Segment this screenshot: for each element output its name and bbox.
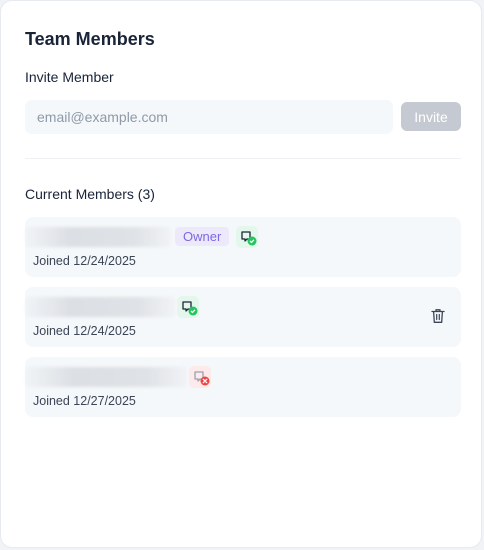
trash-icon[interactable] — [431, 308, 445, 324]
members-heading: Current Members (3) — [25, 186, 155, 202]
github-connected-icon — [236, 226, 258, 248]
member-row: Joined 12/27/2025 — [25, 357, 461, 417]
member-joined-date: Joined 12/24/2025 — [33, 254, 136, 268]
member-name-redacted — [25, 367, 187, 387]
email-input[interactable] — [25, 100, 393, 134]
member-name-redacted — [25, 297, 175, 317]
divider — [25, 158, 461, 159]
team-members-panel: Team Members Invite Member Invite Curren… — [0, 0, 482, 548]
invite-form: Invite — [25, 100, 461, 134]
member-name-redacted — [25, 227, 171, 247]
invite-heading: Invite Member — [25, 69, 114, 85]
invite-button[interactable]: Invite — [401, 102, 461, 131]
member-joined-date: Joined 12/24/2025 — [33, 324, 136, 338]
github-connected-icon — [177, 296, 199, 318]
member-row: Joined 12/24/2025 — [25, 287, 461, 347]
member-row: Owner Joined 12/24/2025 — [25, 217, 461, 277]
owner-badge: Owner — [175, 227, 230, 246]
github-disconnected-icon — [189, 366, 211, 388]
member-joined-date: Joined 12/27/2025 — [33, 394, 136, 408]
panel-title: Team Members — [25, 29, 155, 49]
